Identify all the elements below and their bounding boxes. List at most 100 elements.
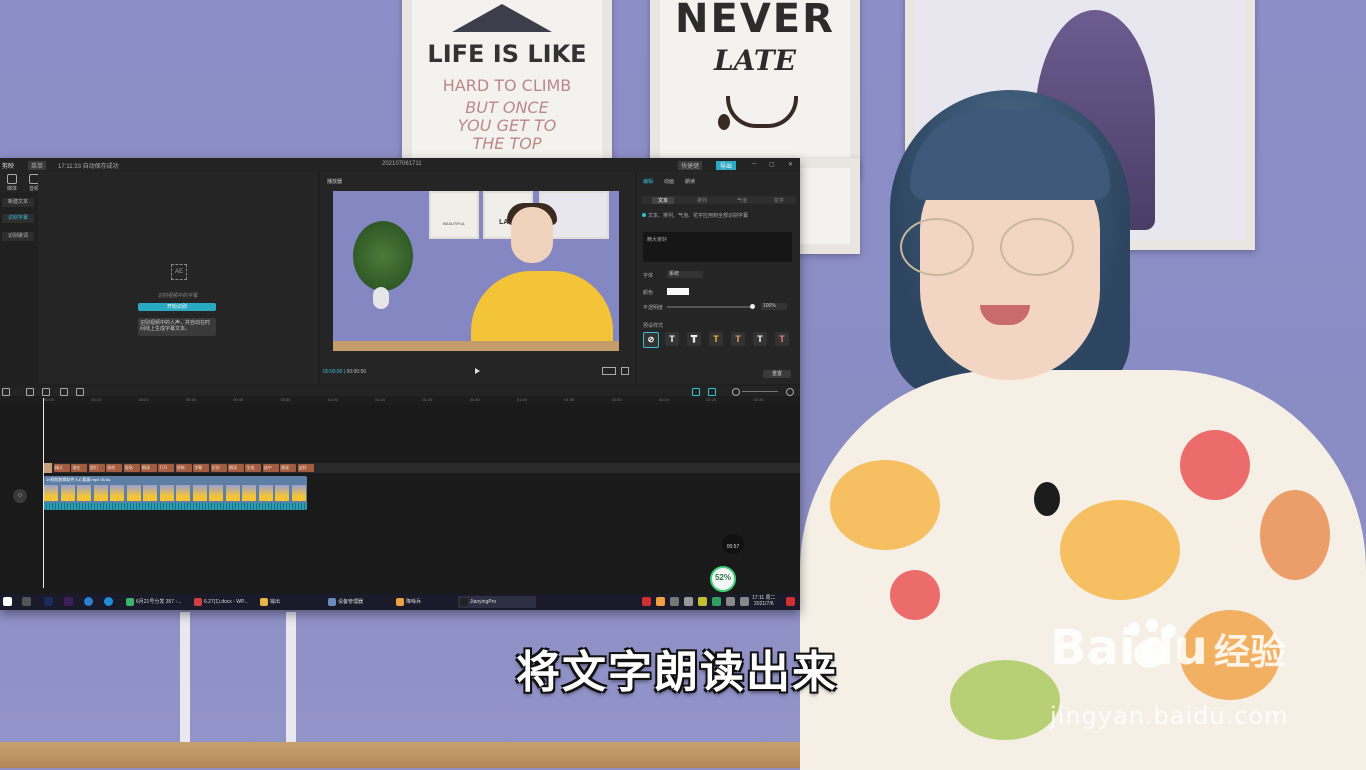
subtitle-clip[interactable]: 剪映 — [175, 464, 192, 472]
subtitle-clip[interactable]: 朗读 — [141, 464, 157, 472]
fullscreen-icon[interactable] — [621, 367, 629, 375]
tray-icon[interactable] — [712, 597, 721, 606]
shortcut-button[interactable]: 快捷键 — [678, 161, 703, 170]
split-icon[interactable] — [60, 388, 68, 396]
video-thumbnail — [143, 485, 157, 501]
style-none-icon[interactable]: ⊘ — [643, 332, 659, 348]
video-preview[interactable]: BEAUTIFUL LATE — [333, 191, 619, 351]
subtab-bubble[interactable]: 气泡 — [737, 197, 747, 204]
subtitle-clip[interactable]: 朗读 — [280, 464, 297, 472]
select-icon[interactable] — [2, 388, 10, 396]
taskbar-app[interactable]: 设备管理器 — [326, 596, 402, 608]
reset-button[interactable]: 重置 — [763, 370, 791, 378]
delete-icon[interactable] — [76, 388, 84, 396]
zoom-in-icon[interactable] — [786, 388, 794, 396]
video-poster-icon: BEAUTIFUL — [429, 191, 479, 239]
style-preset[interactable]: T — [665, 332, 679, 346]
taskbar-app[interactable]: JianyingPro — [458, 596, 536, 608]
task-view-icon[interactable] — [22, 597, 31, 606]
jianying-window[interactable]: 剪映 菜单 17:11:33 自动保存成功 202107061711 快捷键 导… — [0, 158, 800, 610]
magnet-icon[interactable] — [708, 388, 716, 396]
subtitle-text-input[interactable]: 精大家好 — [643, 232, 792, 262]
nav-recognize-subtitles[interactable]: 识别字幕 — [2, 214, 34, 223]
subtitle-clip[interactable]: 我们 — [88, 464, 105, 472]
browser-2-icon[interactable] — [104, 597, 113, 606]
premiere-icon[interactable] — [64, 597, 73, 606]
subtitle-clip[interactable]: 精大 — [54, 464, 70, 472]
link-icon[interactable] — [692, 388, 700, 396]
start-recognize-button[interactable]: 开始识别 — [138, 303, 216, 311]
zoom-out-icon[interactable] — [732, 388, 740, 396]
tray-icon[interactable] — [698, 597, 707, 606]
subtitle-clip[interactable]: 如何 — [106, 464, 123, 472]
browser-icon[interactable] — [84, 597, 93, 606]
nav-recognize-lyrics[interactable]: 识别歌词 — [2, 232, 34, 241]
wifi-icon[interactable] — [726, 597, 735, 606]
notification-icon[interactable] — [786, 597, 795, 606]
taskbar-app[interactable]: 输出 — [258, 596, 334, 608]
subtitle-clip[interactable]: 这样 — [297, 464, 314, 472]
subtitle-clip[interactable]: 识别 — [210, 464, 227, 472]
windows-start-icon[interactable] — [3, 597, 12, 606]
apply-all-checkbox[interactable]: 文本、排列、气泡、花字应用到全部识别字幕 — [642, 212, 748, 219]
tray-icon[interactable] — [642, 597, 651, 606]
minimize-icon[interactable]: ─ — [752, 161, 756, 167]
close-icon[interactable]: ✕ — [788, 161, 793, 168]
menu-button[interactable]: 菜单 — [28, 161, 47, 170]
taskbar-app[interactable]: 降噪兵 — [394, 596, 466, 608]
tab-animation[interactable]: 动画 — [664, 178, 674, 185]
ruler-tick: 01:10 — [375, 397, 386, 402]
ratio-icon[interactable] — [602, 367, 616, 375]
taskbar-app[interactable]: 6月21号分发 357 -... — [124, 596, 200, 608]
vase-illustration — [373, 287, 389, 309]
tray-icon[interactable] — [670, 597, 679, 606]
opacity-slider-knob[interactable] — [750, 304, 755, 309]
subtitle-clip[interactable]: 现场 — [123, 464, 140, 472]
tray-icon[interactable] — [684, 597, 693, 606]
add-track-icon[interactable]: ○ — [13, 489, 27, 503]
subtab-fancy-text[interactable]: 花字 — [774, 197, 784, 204]
subtitle-clip[interactable]: 现在 — [71, 464, 88, 472]
zoom-slider[interactable] — [742, 391, 778, 392]
tab-read-aloud[interactable]: 朗读 — [685, 178, 695, 185]
subtab-text[interactable]: 文本 — [652, 197, 675, 204]
style-preset[interactable]: T — [775, 332, 789, 346]
nav-new-text[interactable]: 新建文本 — [2, 198, 34, 207]
playhead[interactable] — [43, 398, 44, 588]
recognize-info: 识别视频中的人声，并自动在时间线上生成字幕文本。 — [138, 318, 216, 336]
taskbar-app-label: 6月21号分发 357 -... — [136, 599, 182, 605]
video-clip[interactable]: 19视频剪辑软件人心看器.mp4 55.6s — [44, 476, 307, 510]
opacity-slider[interactable] — [667, 304, 755, 309]
ruler-tick: 02:20 — [706, 397, 717, 402]
photoshop-icon[interactable] — [44, 597, 53, 606]
color-swatch[interactable] — [667, 288, 689, 295]
ruler-tick: 00:10 — [91, 397, 102, 402]
tab-edit[interactable]: 编辑 — [643, 178, 653, 185]
ruler-tick: 00:50 — [280, 397, 291, 402]
subtitle-track[interactable]: 精大 现在 我们 如何 现场 朗读 打开 剪映 字幕 识别 朗读 生成 选中 朗读 这样 — [44, 463, 800, 473]
export-button[interactable]: 导出 — [716, 161, 737, 170]
style-preset[interactable]: T — [687, 332, 701, 346]
subtitle-clip[interactable]: 选中 — [262, 464, 279, 472]
play-icon[interactable] — [475, 368, 480, 374]
style-preset[interactable]: T — [753, 332, 767, 346]
style-preset[interactable]: T — [731, 332, 745, 346]
tray-icon[interactable] — [656, 597, 665, 606]
subtab-layout[interactable]: 排列 — [697, 197, 707, 204]
taskbar-app[interactable]: 6.27(1).docx - WP... — [192, 596, 266, 608]
undo-icon[interactable] — [26, 388, 34, 396]
subtitle-clip[interactable]: 生成 — [245, 464, 262, 472]
subtitle-clip[interactable]: 打开 — [158, 464, 175, 472]
maximize-icon[interactable]: ▢ — [769, 161, 775, 168]
tool-media[interactable]: 媒体 — [2, 174, 22, 192]
opacity-value[interactable]: 100% — [761, 303, 787, 310]
ruler-tick: 01:20 — [422, 397, 433, 402]
subtitle-track-thumb — [44, 463, 52, 473]
subtitle-clip[interactable]: 字幕 — [193, 464, 210, 472]
volume-icon[interactable] — [740, 597, 749, 606]
redo-icon[interactable] — [42, 388, 50, 396]
subtitle-clip[interactable]: 朗读 — [228, 464, 244, 472]
style-preset[interactable]: T — [709, 332, 723, 346]
font-select[interactable]: 系统 — [667, 271, 703, 278]
taskbar-clock[interactable]: 17:11 周二 2021/7/6 — [752, 595, 776, 607]
